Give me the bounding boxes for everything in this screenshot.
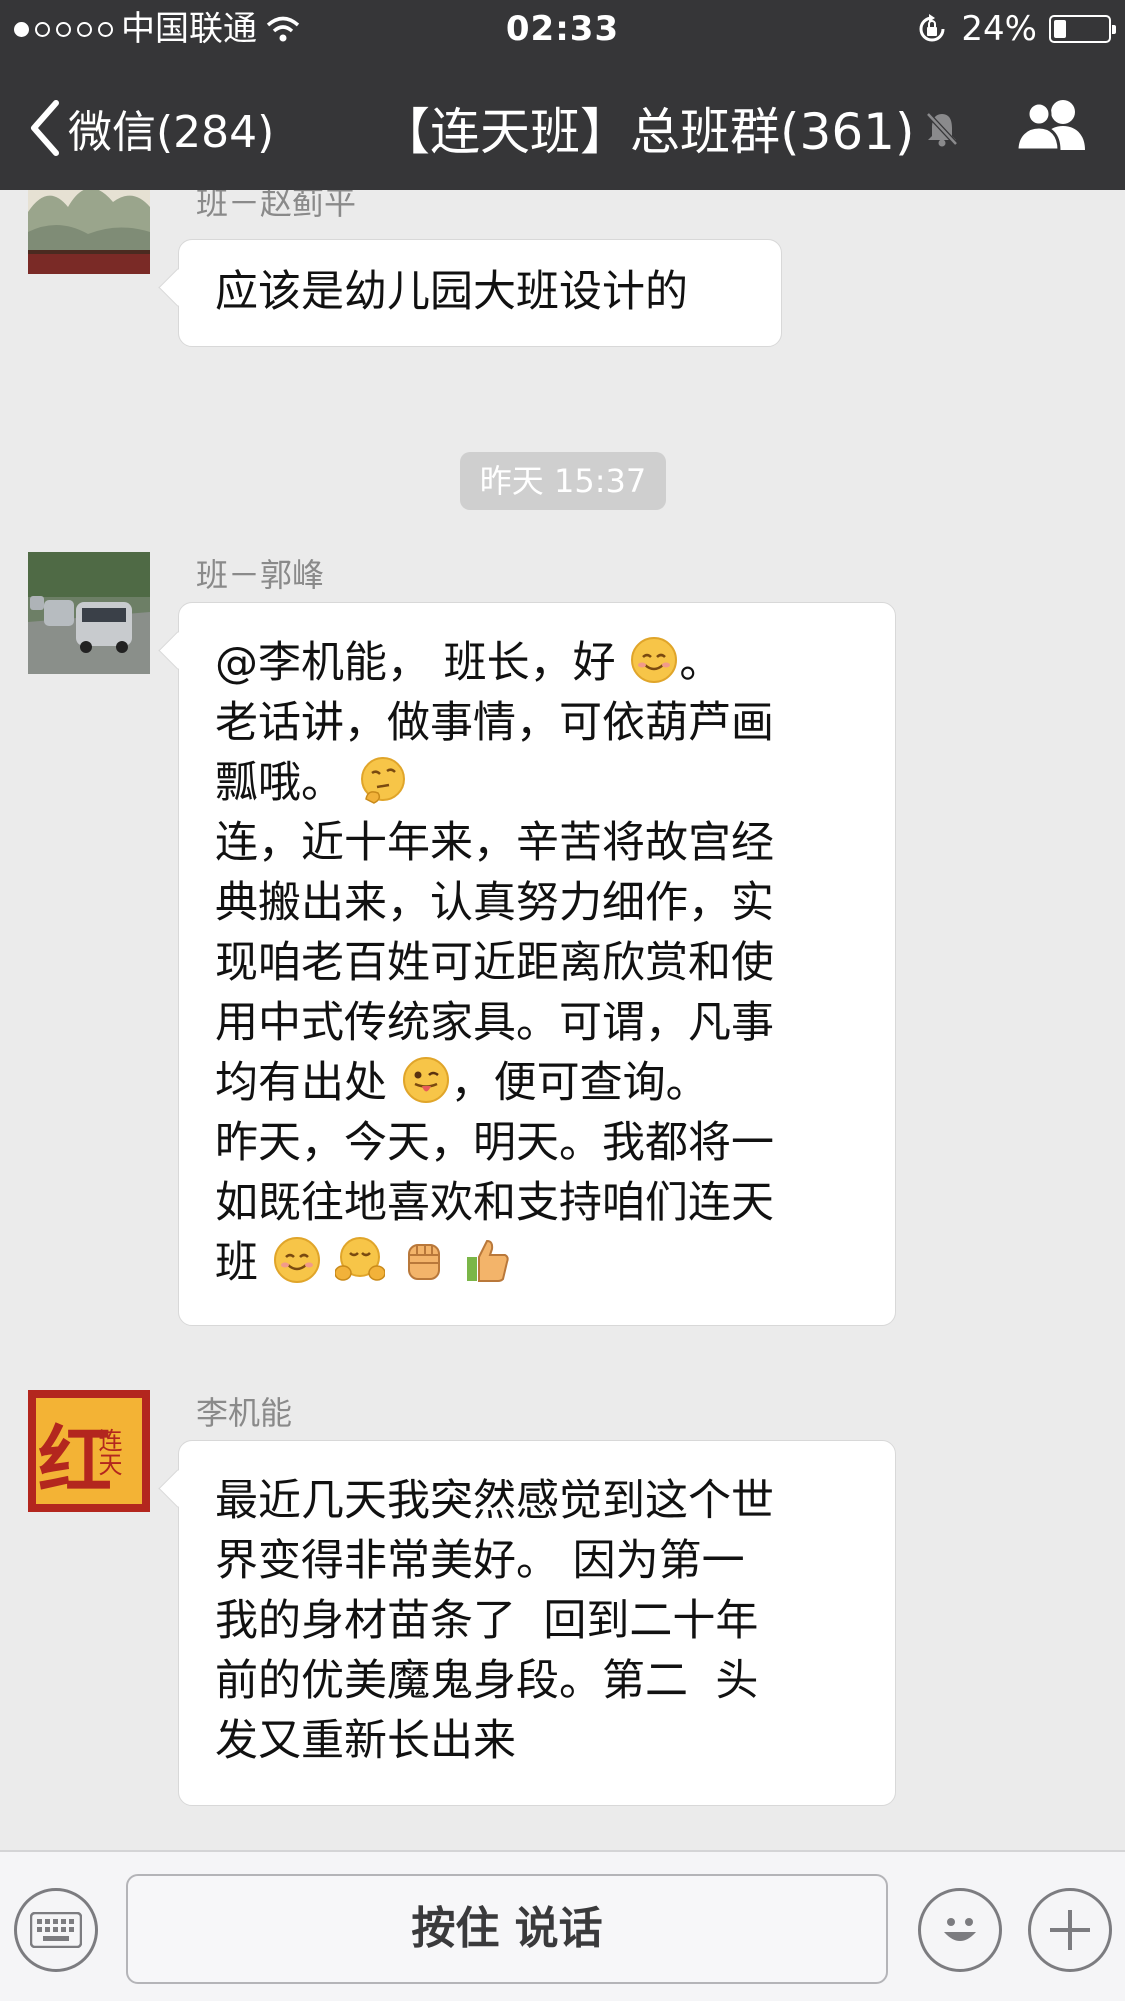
text-run: @李机能， 班长，好 xyxy=(215,638,616,688)
message-line: 班 xyxy=(215,1233,859,1293)
avatar-li[interactable]: 红 连天 xyxy=(28,1390,150,1512)
message-line: 前的优美魔鬼身段。第二 头 xyxy=(215,1656,759,1706)
message-line: 现咱老百姓可近距离欣赏和使 xyxy=(215,938,774,988)
bell-mute-icon xyxy=(926,112,959,147)
group-members-icon xyxy=(1015,100,1085,152)
status-right: 24% xyxy=(915,0,1116,58)
thinking-emoji xyxy=(360,757,405,804)
message-list[interactable]: 班－赵蓟平 应该是幼儿园大班设计的 昨天 15:37 班－郭峰 @李机能， 班长… xyxy=(0,190,1125,1850)
message-bubble[interactable]: @李机能， 班长，好 。 老话讲，做事情，可依葫芦画 瓢哦。 连，近十年来，辛苦… xyxy=(178,602,896,1326)
emoji-button[interactable] xyxy=(918,1888,1002,1972)
chat-input-bar: 按住 说话 xyxy=(0,1850,1125,2001)
plus-icon xyxy=(1050,1910,1090,1950)
smile-emoji xyxy=(273,1237,320,1283)
text-run: 班 xyxy=(215,1238,258,1288)
thumbs-up-emoji xyxy=(466,1239,509,1282)
calligraphy-avatar: 红 连天 xyxy=(28,1390,150,1512)
rotation-lock-icon xyxy=(919,14,945,42)
chevron-left-icon xyxy=(31,100,59,156)
message-line: 最近几天我突然感觉到这个世 xyxy=(215,1476,774,1526)
keyboard-toggle-button[interactable] xyxy=(14,1888,98,1972)
sender-name: 班－郭峰 xyxy=(196,556,325,594)
more-button[interactable] xyxy=(1028,1888,1112,1972)
message-line: 界变得非常美好。 因为第一 xyxy=(215,1536,745,1586)
battery-level-fill xyxy=(1054,20,1066,38)
message-line: 昨天，今天，明天。我都将一 xyxy=(215,1118,774,1168)
avatar-char-side: 连天 xyxy=(94,1428,122,1476)
message-line: 如既往地喜欢和支持咱们连天 xyxy=(215,1178,774,1228)
message-line: 我的身材苗条了 回到二十年 xyxy=(215,1596,759,1646)
battery-icon xyxy=(1049,15,1116,43)
keyboard-icon xyxy=(30,1912,82,1948)
message-line: 用中式传统家具。可谓，凡事 xyxy=(215,998,774,1048)
message-line: 老话讲，做事情，可依葫芦画 xyxy=(215,698,774,748)
message-line: 连，近十年来，辛苦将故宫经 xyxy=(215,818,774,868)
message-line: @李机能， 班长，好 。 xyxy=(215,633,859,693)
cars-photo-avatar xyxy=(28,552,150,674)
message-line: 发又重新长出来 xyxy=(215,1716,516,1766)
text-run: ，便可查询。 xyxy=(450,1058,709,1108)
text-run: 均有出处 xyxy=(215,1058,387,1108)
chat-title-group[interactable]: 【连天班】总班群(361) xyxy=(380,92,960,164)
back-label: 微信(284) xyxy=(68,107,275,158)
message-bubble[interactable]: 应该是幼儿园大班设计的 xyxy=(178,239,782,347)
text-run: 瓢哦。 xyxy=(215,758,344,808)
avatar-guo[interactable] xyxy=(28,552,150,674)
message-text: 应该是幼儿园大班设计的 xyxy=(215,267,688,317)
timestamp-chip: 昨天 15:37 xyxy=(460,452,666,510)
text-run: 。 xyxy=(679,638,723,688)
wink-tongue-emoji xyxy=(402,1057,449,1103)
status-bar: 中国联通 02:33 24% xyxy=(0,0,1125,58)
message-line: 典搬出来，认真努力细作，实 xyxy=(215,878,774,928)
smile-emoji xyxy=(631,637,678,683)
chat-header: 微信(284) 【连天班】总班群(361) xyxy=(0,58,1125,190)
battery-percent: 24% xyxy=(961,9,1037,49)
chat-title: 【连天班】总班群(361) xyxy=(380,103,915,161)
fist-emoji xyxy=(408,1244,441,1280)
message-line: 瓢哦。 xyxy=(215,753,859,813)
landscape-painting-avatar xyxy=(28,190,150,274)
group-info-button[interactable] xyxy=(1015,96,1087,156)
back-button[interactable]: 微信(284) xyxy=(28,96,274,160)
avatar-zhao[interactable] xyxy=(28,190,150,274)
sender-name: 李机能 xyxy=(196,1394,293,1432)
message-line: 均有出处 ，便可查询。 xyxy=(215,1053,859,1113)
message-bubble[interactable]: 最近几天我突然感觉到这个世 界变得非常美好。 因为第一 我的身材苗条了 回到二十… xyxy=(178,1440,896,1806)
emoji-face-icon xyxy=(944,1918,976,1941)
sender-name: 班－赵蓟平 xyxy=(196,190,357,222)
hold-to-talk-button[interactable]: 按住 说话 xyxy=(126,1874,888,1984)
hug-emoji xyxy=(335,1237,386,1281)
